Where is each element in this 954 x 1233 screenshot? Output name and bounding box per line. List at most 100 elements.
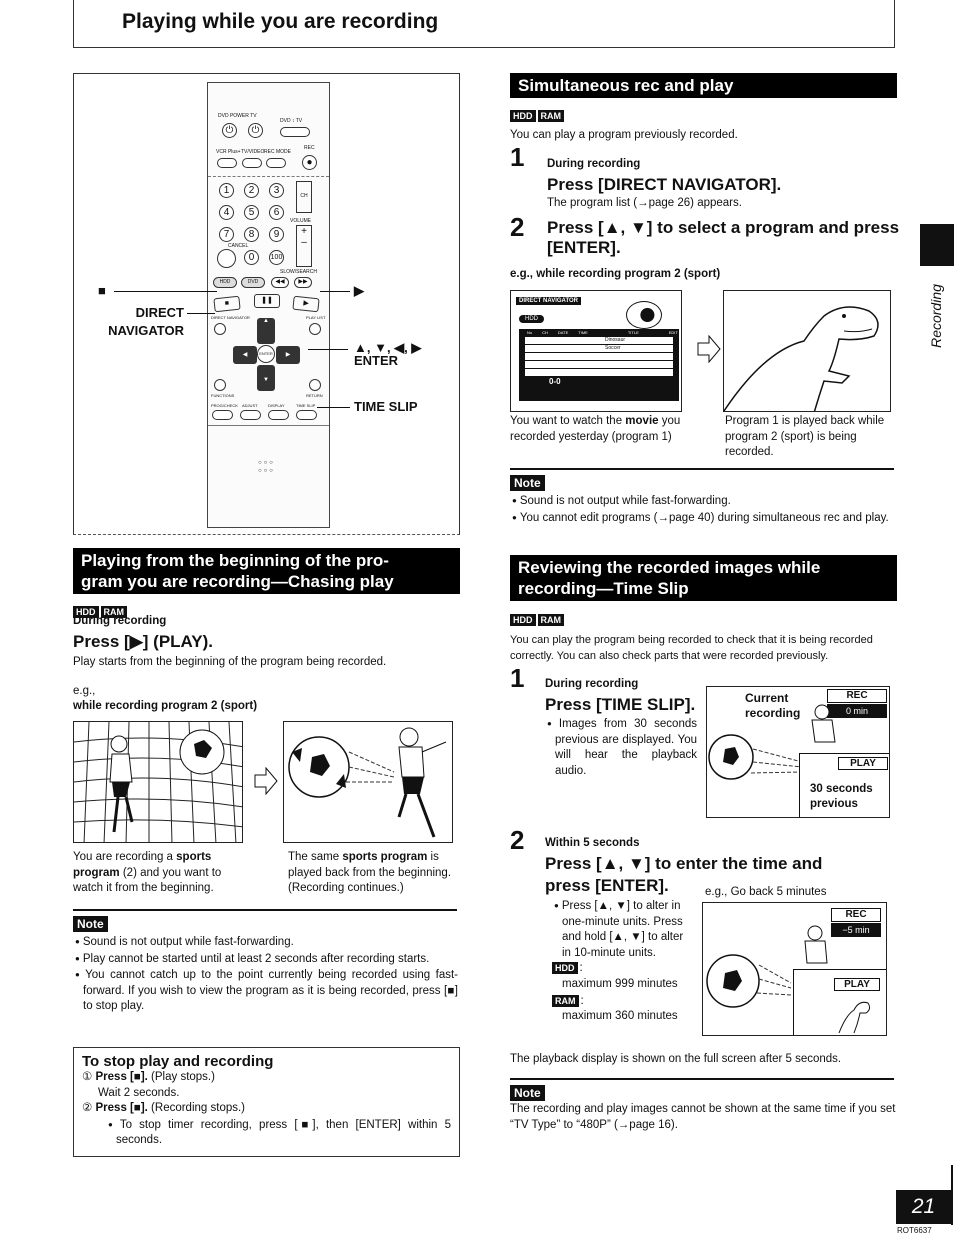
rec-mode-button[interactable] (266, 158, 286, 168)
digit-4-button[interactable]: 4 (219, 205, 234, 220)
col-title: TITLE (627, 330, 639, 335)
fast-forward-button[interactable]: ▶▶ (294, 277, 312, 288)
doc-code: RQT6637 (897, 1226, 932, 1233)
simultaneous-media-tags: HDD RAM (510, 106, 566, 124)
digit-3-button[interactable]: 3 (269, 183, 284, 198)
time-slip-callout-line (317, 407, 350, 408)
time-slip-step1-number: 1 (510, 663, 525, 693)
adjust-label: ADJUST (242, 403, 258, 408)
dvd-power-button[interactable]: ⏻ (222, 123, 237, 138)
pause-button[interactable]: ❚❚ (254, 294, 280, 308)
cancel-button[interactable] (217, 249, 236, 268)
hdd-max: maximum 999 minutes (562, 978, 678, 990)
screen-header: DIRECT NAVIGATOR (516, 297, 582, 305)
digit-9-button[interactable]: 9 (269, 227, 284, 242)
play-indicator: PLAY (834, 978, 880, 991)
simultaneous-step1-condition: During recording (547, 158, 641, 170)
vcr-plus-label: VCR Plus+ (216, 149, 241, 155)
program-row-2[interactable]: Soccer (525, 345, 673, 352)
adjust-button[interactable] (240, 410, 261, 420)
page-title-box: Playing while you are recording (73, 0, 895, 48)
play-indicator: PLAY (838, 757, 888, 770)
program-list-header: No CH DATE TIME TITLE EDIT (519, 329, 679, 336)
hdd-tag: HDD (510, 110, 536, 122)
chasing-heading-line1: Playing from the beginning of the pro- (81, 551, 389, 570)
note-label: Note (510, 1085, 545, 1101)
caption-text: The same (288, 851, 343, 863)
dinosaur-playback-image (723, 290, 891, 412)
simultaneous-note-label: Note (510, 474, 545, 492)
remote-control: DVD POWER TV ⏻ ⏻ DVD ↕ TV VCR Plus+ TV/V… (207, 82, 330, 528)
chasing-example: while recording program 2 (sport) (73, 700, 258, 712)
stop-button[interactable]: ■ (213, 295, 241, 313)
digit-0-button[interactable]: 0 (244, 250, 259, 265)
ram-max-row: RAM: (552, 994, 584, 1010)
up-arrow-button[interactable]: ▲ (257, 318, 275, 344)
recording-sports-image (73, 721, 243, 843)
play-button[interactable]: ▶ (292, 295, 320, 313)
digit-100-button[interactable]: 100 (269, 250, 284, 265)
display-button[interactable] (268, 410, 289, 420)
rec-button[interactable]: ● (302, 155, 317, 170)
program-list-table: No CH DATE TIME TITLE EDIT Dinosaur Socc… (519, 329, 679, 401)
digit-7-button[interactable]: 7 (219, 227, 234, 242)
direct-navigator-screen: DIRECT NAVIGATOR HDD No CH DATE TIME TIT… (510, 290, 682, 412)
digit-8-button[interactable]: 8 (244, 227, 259, 242)
vcr-plus-button[interactable] (217, 158, 237, 168)
time-slip-step2-number: 2 (510, 825, 525, 855)
screen-hdd-badge: HDD (519, 315, 544, 323)
stop-play-recording-box: To stop play and recording ① Press [■]. … (73, 1047, 460, 1157)
digit-6-button[interactable]: 6 (269, 205, 284, 220)
dvd-button[interactable]: DVD (241, 277, 265, 288)
chasing-action: Press [▶] (PLAY). (73, 632, 213, 651)
time-slip-step2-condition: Within 5 seconds (545, 837, 640, 849)
dinosaur-icon (838, 1001, 871, 1034)
simultaneous-caption-left: You want to watch the movie you recorded… (510, 414, 682, 445)
volume-rocker[interactable]: + – (296, 225, 312, 267)
program-row-4[interactable] (525, 361, 673, 368)
return-button[interactable] (309, 379, 321, 391)
enter-button[interactable]: ENTER (257, 345, 275, 363)
play-list-button[interactable] (309, 323, 321, 335)
remote-lower-divider (208, 425, 329, 426)
stop-step-2: ② Press [■]. (Recording stops.) (82, 1101, 451, 1117)
digit-1-button[interactable]: 1 (219, 183, 234, 198)
direct-navigator-button[interactable] (214, 323, 226, 335)
program-row-3[interactable] (525, 353, 673, 360)
right-arrow-button[interactable]: ▶ (276, 346, 300, 364)
play-callout: ▶ (354, 283, 364, 298)
prog-check-button[interactable] (212, 410, 233, 420)
caption-text: You want to watch the (510, 415, 626, 427)
time-slip-step1-condition: During recording (545, 678, 639, 690)
channel-rocker[interactable]: CH (296, 181, 312, 213)
simultaneous-step2-action: Press [▲, ▼] to select a program and pre… (547, 218, 900, 257)
col-no: No (527, 330, 533, 335)
time-slip-note-label: Note (510, 1084, 545, 1102)
rewind-button[interactable]: ◀◀ (271, 277, 289, 288)
functions-button[interactable] (214, 379, 226, 391)
tv-power-button[interactable]: ⏻ (248, 123, 263, 138)
time-slip-media-tags: HDD RAM (510, 610, 566, 628)
left-arrow-button[interactable]: ◀ (233, 346, 257, 364)
hdd-button[interactable]: HDD (213, 277, 237, 288)
program-row-5[interactable] (525, 369, 673, 376)
side-tab: Recording (918, 280, 954, 360)
time-slip-heading: Reviewing the recorded images while reco… (510, 555, 897, 601)
note-item: Sound is not output while fast-forwardin… (73, 934, 458, 951)
digit-5-button[interactable]: 5 (244, 205, 259, 220)
play-list-label: PLAY LIST (306, 315, 326, 320)
down-arrow-button[interactable]: ▼ (257, 365, 275, 391)
step-bold: Press [■]. (95, 1102, 148, 1114)
col-date: DATE (557, 330, 569, 335)
caption-bold: movie (625, 415, 659, 427)
note-label: Note (510, 475, 545, 491)
time-slip-button[interactable] (296, 410, 317, 420)
hdd-tag: HDD (552, 962, 578, 974)
goal-net-soccer-illustration (74, 722, 242, 842)
ram-tag: RAM (537, 614, 564, 626)
digit-2-button[interactable]: 2 (244, 183, 259, 198)
tv-video-button[interactable] (242, 158, 262, 168)
program-row-1[interactable]: Dinosaur (525, 337, 673, 344)
ram-tag: RAM (537, 110, 564, 122)
dvd-tv-switch[interactable] (280, 127, 310, 137)
